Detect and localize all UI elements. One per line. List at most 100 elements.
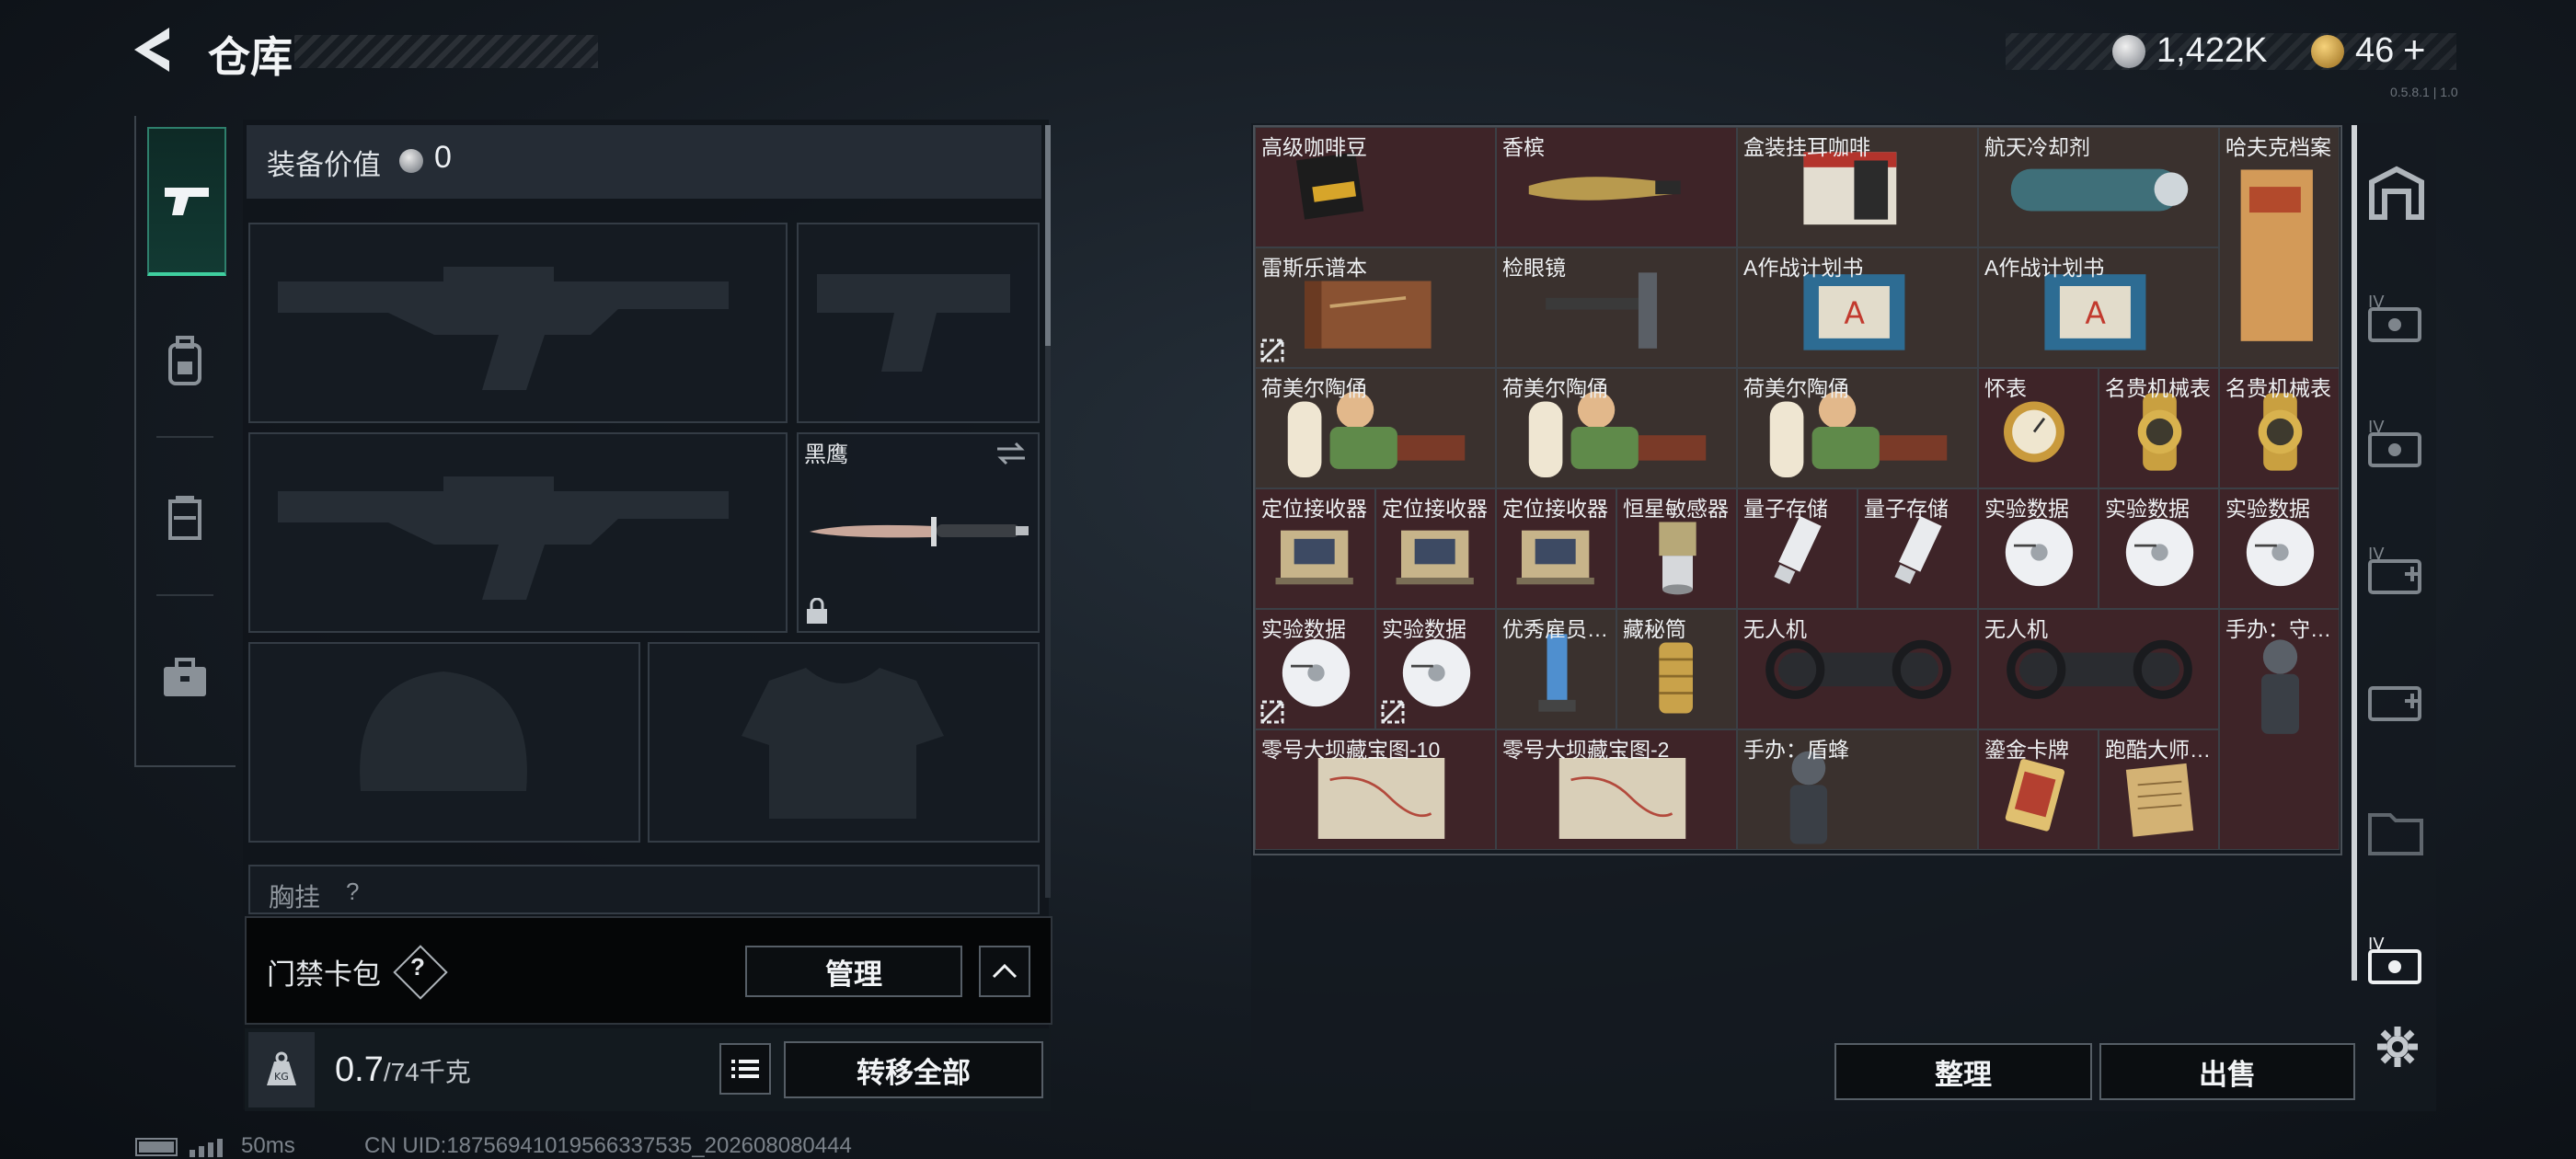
chest-rig-slot[interactable]: 胸挂 ? <box>248 865 1040 914</box>
storage-tab-4-icon[interactable] <box>2363 664 2431 732</box>
secondary-weapon-slot[interactable] <box>248 432 788 633</box>
storage-item[interactable]: 量子存储 <box>1857 488 1978 609</box>
storage-item[interactable]: 零号大坝藏宝图-10 <box>1255 729 1496 850</box>
tab-vest[interactable] <box>147 480 223 556</box>
list-view-button[interactable] <box>719 1043 771 1095</box>
storage-item[interactable]: 恒星敏感器 <box>1616 488 1737 609</box>
storage-item[interactable]: 哈夫克档案 <box>2219 127 2340 368</box>
item-label: 实验数据 <box>2105 497 2190 521</box>
back-arrow-icon[interactable] <box>129 22 184 77</box>
storage-tab-3-icon[interactable]: IV <box>2363 537 2431 605</box>
gold-currency-amount: 46 <box>2355 31 2395 70</box>
storage-item[interactable]: 荷美尔陶俑 <box>1255 368 1496 488</box>
storage-item[interactable]: 零号大坝藏宝图-2 <box>1496 729 1737 850</box>
tab-weapons[interactable] <box>147 127 226 276</box>
swap-icon[interactable] <box>994 440 1029 467</box>
primary-weapon-slot[interactable] <box>248 223 788 423</box>
item-label: 定位接收器 <box>1382 497 1488 521</box>
silver-currency-amount: 1,422K <box>2156 31 2268 70</box>
item-label: 实验数据 <box>1984 497 2069 521</box>
storage-item[interactable]: 检眼镜 <box>1496 247 1737 368</box>
storage-item[interactable]: 跑酷大师… <box>2099 729 2219 850</box>
manage-button[interactable]: 管理 <box>745 946 962 997</box>
tab-case[interactable] <box>147 640 223 716</box>
storage-item[interactable]: 盒装挂耳咖啡 <box>1737 127 1978 247</box>
dossier-icon <box>2240 169 2313 341</box>
vest-icon <box>168 496 201 540</box>
item-label: 盒装挂耳咖啡 <box>1743 135 1870 159</box>
storage-item[interactable]: 香槟 <box>1496 127 1737 247</box>
storage-item[interactable]: 手办：守… <box>2219 609 2340 850</box>
chevron-up-icon <box>992 963 1018 979</box>
sidearm-slot[interactable] <box>797 223 1040 423</box>
storage-item[interactable]: 定位接收器 <box>1255 488 1375 609</box>
item-label: A作战计划书 <box>1984 256 2105 280</box>
storage-tab-1-icon[interactable]: IV <box>2363 285 2431 353</box>
svg-text:A: A <box>2085 294 2106 330</box>
no-sell-icon <box>1260 339 1284 362</box>
storage-item[interactable]: 实验数据 <box>2219 488 2340 609</box>
storage-scrollbar[interactable] <box>2352 125 2357 981</box>
storage-item[interactable]: 实验数据 <box>1978 488 2099 609</box>
storage-item[interactable]: A作战计划书 A <box>1737 247 1978 368</box>
melee-slot[interactable]: 黑鹰 <box>797 432 1040 633</box>
storage-item[interactable]: 无人机 <box>1978 609 2219 729</box>
item-label: 优秀雇员… <box>1502 617 1608 641</box>
item-label: 实验数据 <box>1382 617 1466 641</box>
helmet-slot[interactable] <box>248 642 640 843</box>
tab-backpack[interactable] <box>147 324 223 399</box>
sell-button[interactable]: 出售 <box>2099 1043 2355 1100</box>
body-armor-slot[interactable] <box>648 642 1040 843</box>
item-label: 名贵机械表 <box>2105 376 2211 400</box>
item-label: 鎏金卡牌 <box>1984 738 2069 762</box>
helmet-silhouette-icon <box>360 671 527 791</box>
storage-item[interactable]: 名贵机械表 <box>2219 368 2340 488</box>
storage-grid: 高级咖啡豆 香槟 盒装挂耳咖啡 航天冷却剂 哈夫克档案 雷斯乐谱本 检眼镜 A作战计划书 A A作… <box>1253 125 2342 855</box>
settings-gear-icon[interactable] <box>2375 1025 2420 1069</box>
storage-tab-2-icon[interactable]: IV <box>2363 410 2431 478</box>
storage-item[interactable]: 怀表 <box>1978 368 2099 488</box>
storage-item[interactable]: 鎏金卡牌 <box>1978 729 2099 850</box>
item-label: 零号大坝藏宝图-2 <box>1502 738 1670 762</box>
equipment-scroll-thumb[interactable] <box>1045 125 1051 346</box>
storage-item[interactable]: 高级咖啡豆 <box>1255 127 1496 247</box>
folder-icon[interactable] <box>2363 797 2431 865</box>
storage-item[interactable]: 定位接收器 <box>1496 488 1616 609</box>
add-currency-button[interactable]: + <box>2403 28 2426 72</box>
silver-coin-icon <box>2112 35 2145 68</box>
storage-item[interactable]: 实验数据 <box>1375 609 1496 729</box>
storage-item[interactable]: 手办：盾蜂 <box>1737 729 1978 850</box>
item-label: 量子存储 <box>1743 497 1828 521</box>
silver-coin-icon <box>399 149 423 173</box>
storage-item[interactable]: 荷美尔陶俑 <box>1496 368 1737 488</box>
svg-text:KG: KG <box>274 1071 289 1083</box>
briefcase-icon <box>164 658 206 696</box>
storage-item[interactable]: 量子存储 <box>1737 488 1857 609</box>
item-label: 名贵机械表 <box>2225 376 2331 400</box>
storage-item[interactable]: 荷美尔陶俑 <box>1737 368 1978 488</box>
battery-signal-icon <box>135 1138 223 1157</box>
item-label: 零号大坝藏宝图-10 <box>1261 738 1441 762</box>
storage-item[interactable]: 无人机 <box>1737 609 1978 729</box>
transfer-all-button[interactable]: 转移全部 <box>784 1041 1043 1098</box>
storage-item[interactable]: A作战计划书 A <box>1978 247 2219 368</box>
expand-button[interactable] <box>979 946 1030 997</box>
storage-item[interactable]: 名贵机械表 <box>2099 368 2219 488</box>
storage-item[interactable]: 定位接收器 <box>1375 488 1496 609</box>
item-label: 无人机 <box>1984 617 2048 641</box>
sort-button[interactable]: 整理 <box>1834 1043 2092 1100</box>
storage-item[interactable]: 雷斯乐谱本 <box>1255 247 1496 368</box>
storage-item[interactable]: 实验数据 <box>1255 609 1375 729</box>
uid-text: CN UID:18756941019566337535_202608080444 <box>364 1133 852 1158</box>
storage-item[interactable]: 实验数据 <box>2099 488 2219 609</box>
action-figure-icon <box>2261 639 2299 734</box>
item-label: 雷斯乐谱本 <box>1261 256 1367 280</box>
item-label: 荷美尔陶俑 <box>1743 376 1849 400</box>
item-label: 实验数据 <box>1261 617 1346 641</box>
storage-item[interactable]: 藏秘筒 <box>1616 609 1737 729</box>
storage-item[interactable]: 航天冷却剂 <box>1978 127 2219 247</box>
storage-home-icon[interactable] <box>2363 160 2431 228</box>
storage-item[interactable]: 优秀雇员… <box>1496 609 1616 729</box>
current-weight: 0.7 <box>335 1050 384 1089</box>
storage-tab-active-icon[interactable]: IV <box>2363 927 2431 995</box>
